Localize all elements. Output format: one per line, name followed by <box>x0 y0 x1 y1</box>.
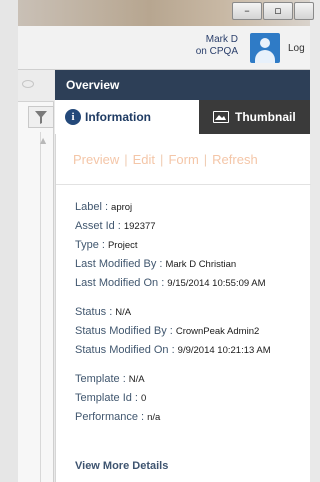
panel-tabs: i Information Thumbnail <box>55 100 310 134</box>
overview-panel-header: Overview <box>55 70 310 100</box>
tree-scrollbar[interactable] <box>40 132 54 482</box>
tab-thumbnail-label: Thumbnail <box>235 110 296 124</box>
field-status-modified-by: Status Modified By : CrownPeak Admin2 <box>75 325 260 337</box>
filter-button[interactable] <box>28 106 54 128</box>
user-context: on CPQA <box>195 46 238 57</box>
minimize-button[interactable]: – <box>232 2 262 20</box>
filter-icon <box>35 111 47 124</box>
tab-thumbnail[interactable]: Thumbnail <box>199 100 310 134</box>
field-performance: Performance : n/a <box>75 411 161 423</box>
field-type: Type : Project <box>75 239 138 251</box>
form-link[interactable]: Form <box>168 152 198 167</box>
user-name: Mark D <box>205 34 238 45</box>
tree-column: ▲ <box>18 70 54 482</box>
eye-icon[interactable] <box>22 80 34 88</box>
close-button[interactable] <box>294 2 314 20</box>
edit-link[interactable]: Edit <box>133 152 155 167</box>
logout-link[interactable]: Log <box>288 43 305 54</box>
field-asset-id: Asset Id :192377 <box>75 220 156 232</box>
tab-information-label: Information <box>85 110 151 124</box>
maximize-button[interactable]: ▫ <box>263 2 293 20</box>
info-icon: i <box>65 109 81 125</box>
field-status: Status : N/A <box>75 306 132 318</box>
field-template-id: Template Id :0 <box>75 392 147 404</box>
action-separator: | <box>124 152 128 167</box>
asset-details: Label : aproj Asset Id :192377 Type : Proj… <box>75 198 271 427</box>
field-last-modified-by: Last Modified By : Mark D Christian <box>75 258 237 270</box>
information-content: Preview | Edit | Form | Refresh Label : aproj A… <box>55 134 311 482</box>
action-separator: | <box>160 152 164 167</box>
field-last-modified-on: Last Modified On :9/15/2014 10:55:09 AM <box>75 277 266 289</box>
refresh-link[interactable]: Refresh <box>212 152 258 167</box>
user-info: Mark D on CPQA <box>196 34 238 58</box>
window-titlebar: – ▫ <box>18 0 314 26</box>
left-gutter <box>0 0 18 482</box>
app-header: Mark D on CPQA Log <box>18 26 310 70</box>
tree-header <box>18 70 54 102</box>
field-status-modified-on: Status Modified On :9/9/2014 10:21:13 AM <box>75 344 271 356</box>
field-template: Template : N/A <box>75 373 145 385</box>
field-label: Label : aproj <box>75 201 133 213</box>
scroll-up-icon[interactable]: ▲ <box>40 136 52 146</box>
user-avatar-icon[interactable] <box>250 33 280 63</box>
tab-information[interactable]: i Information <box>55 100 199 134</box>
panel-title: Overview <box>66 78 120 92</box>
divider <box>56 184 311 185</box>
image-icon <box>213 111 229 123</box>
action-links: Preview | Edit | Form | Refresh <box>73 152 258 167</box>
action-separator: | <box>203 152 208 167</box>
preview-link[interactable]: Preview <box>73 152 119 167</box>
view-more-details-link[interactable]: View More Details <box>75 460 168 472</box>
